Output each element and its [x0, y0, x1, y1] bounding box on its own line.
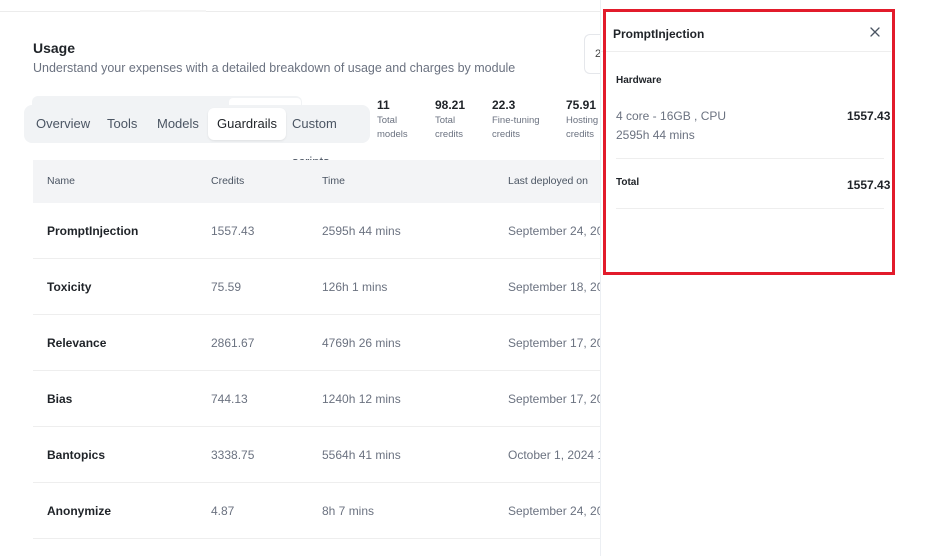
hardware-time: 2595h 44 mins: [616, 128, 695, 142]
cell-credits: 744.13: [211, 392, 248, 406]
cell-name: Bantopics: [47, 448, 106, 462]
table-row[interactable]: Relevance 2861.67 4769h 26 mins Septembe…: [33, 315, 617, 371]
stat-label: models: [377, 129, 408, 140]
cell-time: 4769h 26 mins: [322, 336, 401, 350]
column-header-last-deployed[interactable]: Last deployed on: [508, 160, 588, 203]
stat-total-models: 11 Total models: [377, 98, 408, 142]
column-header-name[interactable]: Name: [47, 160, 75, 203]
table-row[interactable]: Bantopics 3338.75 5564h 41 mins October …: [33, 427, 614, 483]
cell-name: Toxicity: [47, 280, 92, 294]
tab-guardrails[interactable]: Guardrails: [208, 108, 286, 140]
stat-fine-tuning-credits: 22.3 Fine-tuning credits: [492, 98, 540, 142]
stat-label: credits: [435, 129, 463, 140]
cell-credits: 75.59: [211, 280, 242, 294]
column-header-credits[interactable]: Credits: [211, 160, 244, 203]
close-icon[interactable]: [867, 24, 883, 40]
cell-deployed: October 1, 2024 10:: [508, 448, 615, 462]
total-label: Total: [616, 177, 640, 188]
stat-value: 11: [377, 98, 390, 112]
stat-value: 75.91: [566, 98, 597, 112]
page-title: Usage: [33, 40, 76, 56]
hardware-amount: 1557.43: [847, 109, 891, 123]
tab-overview[interactable]: Overview: [36, 105, 90, 143]
stat-label: Total: [435, 115, 456, 126]
cell-time: 2595h 44 mins: [322, 224, 401, 238]
cell-time: 5564h 41 mins: [322, 448, 401, 462]
table-row[interactable]: Toxicity 75.59 126h 1 mins September 18,…: [33, 259, 617, 315]
details-panel: PromptInjection Hardware 4 core - 16GB ,…: [600, 0, 926, 556]
cell-time: 1240h 12 mins: [322, 392, 401, 406]
panel-title: PromptInjection: [613, 27, 705, 41]
cell-credits: 4.87: [211, 504, 235, 518]
table-row[interactable]: Bias 744.13 1240h 12 mins September 17, …: [33, 371, 617, 427]
page-subtitle: Understand your expenses with a detailed…: [33, 61, 516, 75]
table-header: Name Credits Time Last deployed on: [33, 160, 600, 203]
cell-time: 126h 1 mins: [322, 280, 388, 294]
cell-credits: 2861.67: [211, 336, 255, 350]
divider: [616, 208, 884, 209]
stat-label: credits: [492, 129, 520, 140]
hardware-spec: 4 core - 16GB , CPU: [616, 109, 727, 123]
cell-credits: 3338.75: [211, 448, 255, 462]
stat-label: Total: [377, 115, 398, 126]
stat-value: 22.3: [492, 98, 516, 112]
table-row[interactable]: Anonymize 4.87 8h 7 mins September 24, 2…: [33, 483, 617, 539]
usage-table: Name Credits Time Last deployed on Promp…: [33, 160, 617, 539]
section-label-hardware: Hardware: [616, 75, 662, 86]
cell-name: Bias: [47, 392, 73, 406]
cell-credits: 1557.43: [211, 224, 255, 238]
stat-label: Hosting: [566, 115, 599, 126]
tab-custom-scripts[interactable]: Custom scripts: [292, 105, 370, 169]
stat-label: credits: [566, 129, 594, 140]
stat-hosting-credits: 75.91 Hosting credits: [566, 98, 598, 142]
cell-name: Anonymize: [47, 504, 112, 518]
top-tab-indicator: [140, 10, 206, 12]
module-tabs: Overview Tools Models Guardrails Custom …: [24, 105, 370, 169]
stat-value: 98.21: [435, 98, 466, 112]
divider: [616, 158, 884, 159]
stat-label: Fine-tuning: [492, 115, 540, 126]
tab-models[interactable]: Models: [157, 105, 199, 143]
tab-tools[interactable]: Tools: [107, 105, 137, 143]
column-header-time[interactable]: Time: [322, 160, 345, 203]
total-amount: 1557.43: [847, 178, 891, 192]
panel-header: PromptInjection: [601, 0, 891, 52]
table-row[interactable]: PromptInjection 1557.43 2595h 44 mins Se…: [33, 203, 617, 259]
cell-name: Relevance: [47, 336, 107, 350]
cell-time: 8h 7 mins: [322, 504, 375, 518]
cell-name: PromptInjection: [47, 224, 139, 238]
stat-total-credits: 98.21 Total credits: [435, 98, 465, 142]
top-divider: [0, 11, 600, 12]
